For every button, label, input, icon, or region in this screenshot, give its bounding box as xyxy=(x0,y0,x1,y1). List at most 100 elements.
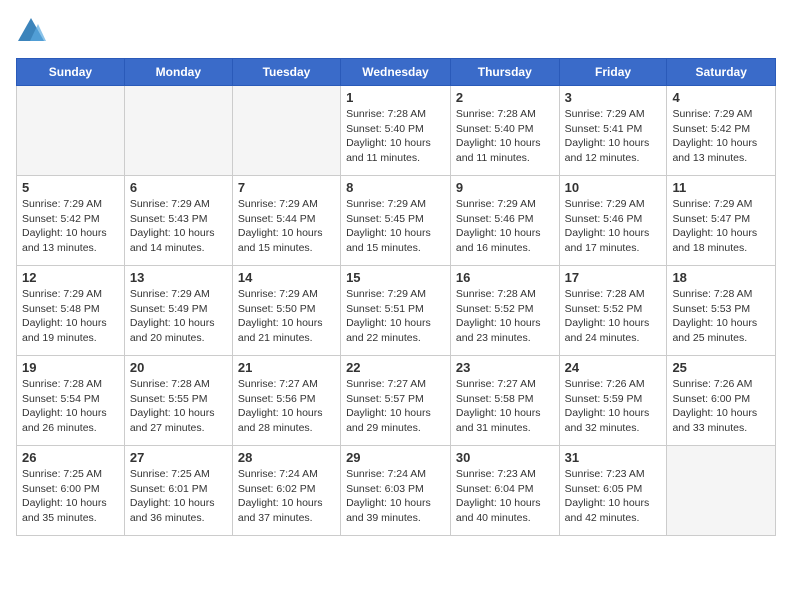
day-info: Sunrise: 7:29 AM Sunset: 5:49 PM Dayligh… xyxy=(130,287,227,346)
calendar-cell: 10 Sunrise: 7:29 AM Sunset: 5:46 PM Dayli… xyxy=(559,176,667,266)
day-number: 23 xyxy=(456,360,554,375)
page-header xyxy=(16,16,776,46)
calendar-header-row: SundayMondayTuesdayWednesdayThursdayFrid… xyxy=(17,59,776,86)
day-number: 27 xyxy=(130,450,227,465)
calendar-cell: 4 Sunrise: 7:29 AM Sunset: 5:42 PM Daylig… xyxy=(667,86,776,176)
calendar-cell: 22 Sunrise: 7:27 AM Sunset: 5:57 PM Dayli… xyxy=(341,356,451,446)
day-number: 6 xyxy=(130,180,227,195)
calendar-cell xyxy=(232,86,340,176)
day-number: 2 xyxy=(456,90,554,105)
calendar-cell: 23 Sunrise: 7:27 AM Sunset: 5:58 PM Dayli… xyxy=(450,356,559,446)
day-number: 18 xyxy=(672,270,770,285)
day-number: 4 xyxy=(672,90,770,105)
day-info: Sunrise: 7:24 AM Sunset: 6:02 PM Dayligh… xyxy=(238,467,335,526)
day-number: 9 xyxy=(456,180,554,195)
calendar-week-row: 1 Sunrise: 7:28 AM Sunset: 5:40 PM Daylig… xyxy=(17,86,776,176)
logo xyxy=(16,16,50,46)
calendar-cell: 13 Sunrise: 7:29 AM Sunset: 5:49 PM Dayli… xyxy=(124,266,232,356)
day-info: Sunrise: 7:28 AM Sunset: 5:54 PM Dayligh… xyxy=(22,377,119,436)
day-number: 17 xyxy=(565,270,662,285)
calendar-cell: 28 Sunrise: 7:24 AM Sunset: 6:02 PM Dayli… xyxy=(232,446,340,536)
calendar-cell: 9 Sunrise: 7:29 AM Sunset: 5:46 PM Daylig… xyxy=(450,176,559,266)
day-info: Sunrise: 7:28 AM Sunset: 5:52 PM Dayligh… xyxy=(565,287,662,346)
day-info: Sunrise: 7:27 AM Sunset: 5:57 PM Dayligh… xyxy=(346,377,445,436)
calendar-cell: 20 Sunrise: 7:28 AM Sunset: 5:55 PM Dayli… xyxy=(124,356,232,446)
calendar-cell: 8 Sunrise: 7:29 AM Sunset: 5:45 PM Daylig… xyxy=(341,176,451,266)
day-info: Sunrise: 7:28 AM Sunset: 5:53 PM Dayligh… xyxy=(672,287,770,346)
calendar-cell: 30Sunrise: 7:23 AM Sunset: 6:04 PM Dayli… xyxy=(450,446,559,536)
calendar-cell: 18 Sunrise: 7:28 AM Sunset: 5:53 PM Dayli… xyxy=(667,266,776,356)
calendar-cell: 1 Sunrise: 7:28 AM Sunset: 5:40 PM Daylig… xyxy=(341,86,451,176)
calendar-cell: 2 Sunrise: 7:28 AM Sunset: 5:40 PM Daylig… xyxy=(450,86,559,176)
calendar-cell: 3 Sunrise: 7:29 AM Sunset: 5:41 PM Daylig… xyxy=(559,86,667,176)
day-number: 20 xyxy=(130,360,227,375)
day-of-week-header: Saturday xyxy=(667,59,776,86)
day-number: 21 xyxy=(238,360,335,375)
day-of-week-header: Friday xyxy=(559,59,667,86)
day-number: 7 xyxy=(238,180,335,195)
day-number: 3 xyxy=(565,90,662,105)
day-number: 11 xyxy=(672,180,770,195)
day-info: Sunrise: 7:29 AM Sunset: 5:41 PM Dayligh… xyxy=(565,107,662,166)
calendar-week-row: 19 Sunrise: 7:28 AM Sunset: 5:54 PM Dayli… xyxy=(17,356,776,446)
day-info: Sunrise: 7:29 AM Sunset: 5:47 PM Dayligh… xyxy=(672,197,770,256)
calendar-cell: 14 Sunrise: 7:29 AM Sunset: 5:50 PM Dayli… xyxy=(232,266,340,356)
calendar-table: SundayMondayTuesdayWednesdayThursdayFrid… xyxy=(16,58,776,536)
calendar-week-row: 5Sunrise: 7:29 AM Sunset: 5:42 PM Daylig… xyxy=(17,176,776,266)
day-number: 14 xyxy=(238,270,335,285)
day-info: Sunrise: 7:29 AM Sunset: 5:46 PM Dayligh… xyxy=(565,197,662,256)
day-of-week-header: Tuesday xyxy=(232,59,340,86)
day-info: Sunrise: 7:24 AM Sunset: 6:03 PM Dayligh… xyxy=(346,467,445,526)
calendar-cell xyxy=(124,86,232,176)
day-info: Sunrise: 7:28 AM Sunset: 5:52 PM Dayligh… xyxy=(456,287,554,346)
calendar-cell: 26Sunrise: 7:25 AM Sunset: 6:00 PM Dayli… xyxy=(17,446,125,536)
day-number: 13 xyxy=(130,270,227,285)
day-of-week-header: Thursday xyxy=(450,59,559,86)
day-of-week-header: Sunday xyxy=(17,59,125,86)
calendar-cell: 5Sunrise: 7:29 AM Sunset: 5:42 PM Daylig… xyxy=(17,176,125,266)
day-number: 10 xyxy=(565,180,662,195)
day-info: Sunrise: 7:29 AM Sunset: 5:42 PM Dayligh… xyxy=(22,197,119,256)
calendar-cell: 21Sunrise: 7:27 AM Sunset: 5:56 PM Dayli… xyxy=(232,356,340,446)
day-info: Sunrise: 7:29 AM Sunset: 5:45 PM Dayligh… xyxy=(346,197,445,256)
day-info: Sunrise: 7:29 AM Sunset: 5:42 PM Dayligh… xyxy=(672,107,770,166)
day-number: 28 xyxy=(238,450,335,465)
day-info: Sunrise: 7:29 AM Sunset: 5:48 PM Dayligh… xyxy=(22,287,119,346)
day-info: Sunrise: 7:29 AM Sunset: 5:51 PM Dayligh… xyxy=(346,287,445,346)
day-info: Sunrise: 7:23 AM Sunset: 6:04 PM Dayligh… xyxy=(456,467,554,526)
calendar-cell: 11 Sunrise: 7:29 AM Sunset: 5:47 PM Dayli… xyxy=(667,176,776,266)
day-number: 29 xyxy=(346,450,445,465)
calendar-cell xyxy=(667,446,776,536)
calendar-week-row: 12Sunrise: 7:29 AM Sunset: 5:48 PM Dayli… xyxy=(17,266,776,356)
day-info: Sunrise: 7:26 AM Sunset: 6:00 PM Dayligh… xyxy=(672,377,770,436)
day-info: Sunrise: 7:25 AM Sunset: 6:01 PM Dayligh… xyxy=(130,467,227,526)
calendar-cell: 31Sunrise: 7:23 AM Sunset: 6:05 PM Dayli… xyxy=(559,446,667,536)
day-number: 15 xyxy=(346,270,445,285)
day-info: Sunrise: 7:28 AM Sunset: 5:40 PM Dayligh… xyxy=(346,107,445,166)
day-number: 16 xyxy=(456,270,554,285)
day-info: Sunrise: 7:28 AM Sunset: 5:55 PM Dayligh… xyxy=(130,377,227,436)
calendar-cell: 15 Sunrise: 7:29 AM Sunset: 5:51 PM Dayli… xyxy=(341,266,451,356)
calendar-cell: 29 Sunrise: 7:24 AM Sunset: 6:03 PM Dayli… xyxy=(341,446,451,536)
day-of-week-header: Wednesday xyxy=(341,59,451,86)
calendar-cell xyxy=(17,86,125,176)
calendar-cell: 27 Sunrise: 7:25 AM Sunset: 6:01 PM Dayli… xyxy=(124,446,232,536)
day-info: Sunrise: 7:27 AM Sunset: 5:58 PM Dayligh… xyxy=(456,377,554,436)
day-info: Sunrise: 7:29 AM Sunset: 5:46 PM Dayligh… xyxy=(456,197,554,256)
day-info: Sunrise: 7:26 AM Sunset: 5:59 PM Dayligh… xyxy=(565,377,662,436)
day-number: 8 xyxy=(346,180,445,195)
day-of-week-header: Monday xyxy=(124,59,232,86)
day-info: Sunrise: 7:23 AM Sunset: 6:05 PM Dayligh… xyxy=(565,467,662,526)
calendar-cell: 17 Sunrise: 7:28 AM Sunset: 5:52 PM Dayli… xyxy=(559,266,667,356)
calendar-cell: 25 Sunrise: 7:26 AM Sunset: 6:00 PM Dayli… xyxy=(667,356,776,446)
day-number: 22 xyxy=(346,360,445,375)
calendar-cell: 24 Sunrise: 7:26 AM Sunset: 5:59 PM Dayli… xyxy=(559,356,667,446)
day-number: 25 xyxy=(672,360,770,375)
calendar-cell: 19 Sunrise: 7:28 AM Sunset: 5:54 PM Dayli… xyxy=(17,356,125,446)
day-number: 1 xyxy=(346,90,445,105)
day-info: Sunrise: 7:28 AM Sunset: 5:40 PM Dayligh… xyxy=(456,107,554,166)
day-info: Sunrise: 7:25 AM Sunset: 6:00 PM Dayligh… xyxy=(22,467,119,526)
day-number: 24 xyxy=(565,360,662,375)
day-info: Sunrise: 7:29 AM Sunset: 5:50 PM Dayligh… xyxy=(238,287,335,346)
day-number: 19 xyxy=(22,360,119,375)
